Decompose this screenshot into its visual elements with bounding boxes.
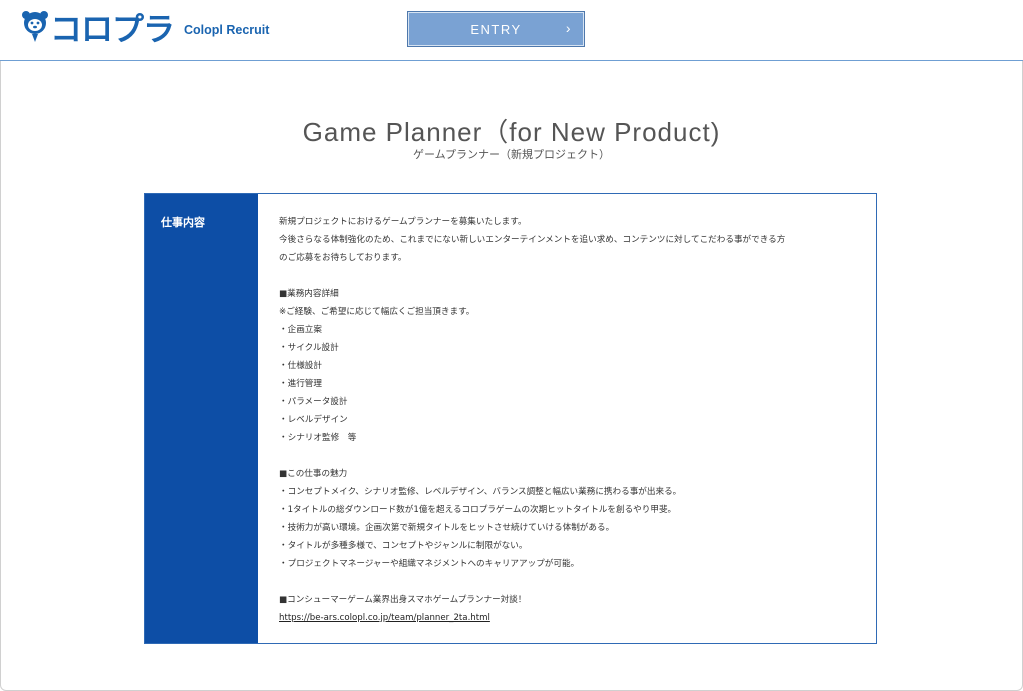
talk-heading: ■コンシューマーゲーム業界出身スマホゲームプランナー対談！ xyxy=(279,595,527,605)
appeal-item: ・タイトルが多種多様で、コンセプトやジャンルに制限がない。 xyxy=(279,541,528,551)
card-sidebar: 仕事内容 xyxy=(145,194,258,643)
details-item: ・企画立案 xyxy=(279,325,322,335)
logo[interactable]: コロプラ Colopl Recruit xyxy=(22,9,270,47)
job-description-card: 仕事内容 新規プロジェクトにおけるゲームプランナーを募集いたします。 今後さらな… xyxy=(144,193,877,644)
job-content-label: 仕事内容 xyxy=(161,216,205,229)
details-item: ・レベルデザイン xyxy=(279,415,348,425)
details-note: ※ご経験、ご希望に応じて幅広くご担当頂きます。 xyxy=(279,307,475,317)
site-header: コロプラ Colopl Recruit ENTRY › xyxy=(0,0,1023,61)
kuma-mascot-icon xyxy=(22,11,48,42)
details-heading: ■業務内容詳細 xyxy=(279,289,339,299)
logo-wordmark: コロプラ xyxy=(50,11,175,47)
intro-line: 今後さらなる体制強化のため、これまでにない新しいエンターテインメントを追い求め、… xyxy=(279,235,786,245)
details-item: ・パラメータ設計 xyxy=(279,397,348,407)
intro-line: のご応募をお待ちしております。 xyxy=(279,253,407,263)
details-item: ・仕様設計 xyxy=(279,361,322,371)
details-item: ・進行管理 xyxy=(279,379,322,389)
appeal-item: ・コンセプトメイク、シナリオ監修、レベルデザイン、バランス調整と幅広い業務に携わ… xyxy=(279,487,682,497)
chevron-right-icon: › xyxy=(565,20,572,36)
logo-subtitle: Colopl Recruit xyxy=(184,23,270,37)
intro-line: 新規プロジェクトにおけるゲームプランナーを募集いたします。 xyxy=(279,217,527,227)
details-item: ・サイクル設計 xyxy=(279,343,339,353)
appeal-item: ・1タイトルの総ダウンロード数が1億を超えるコロプラゲームの次期ヒットタイトルを… xyxy=(279,505,677,515)
job-description-body: 新規プロジェクトにおけるゲームプランナーを募集いたします。 今後さらなる体制強化… xyxy=(279,213,869,627)
planner-talk-link[interactable]: https://be-ars.colopl.co.jp/team/planner… xyxy=(279,613,490,623)
appeal-item: ・技術力が高い環境。企画次第で新規タイトルをヒットさせ続けていける体制がある。 xyxy=(279,523,615,533)
page-title: Game Planner（for New Product) xyxy=(302,117,721,147)
entry-button[interactable]: ENTRY › xyxy=(407,11,585,47)
details-item: ・シナリオ監修 等 xyxy=(279,433,357,443)
appeal-heading: ■この仕事の魅力 xyxy=(279,469,348,479)
entry-button-label: ENTRY xyxy=(470,21,522,37)
page-subtitle: ゲームプランナー（新規プロジェクト） xyxy=(412,148,610,161)
appeal-item: ・プロジェクトマネージャーや組織マネジメントへのキャリアアップが可能。 xyxy=(279,559,580,569)
